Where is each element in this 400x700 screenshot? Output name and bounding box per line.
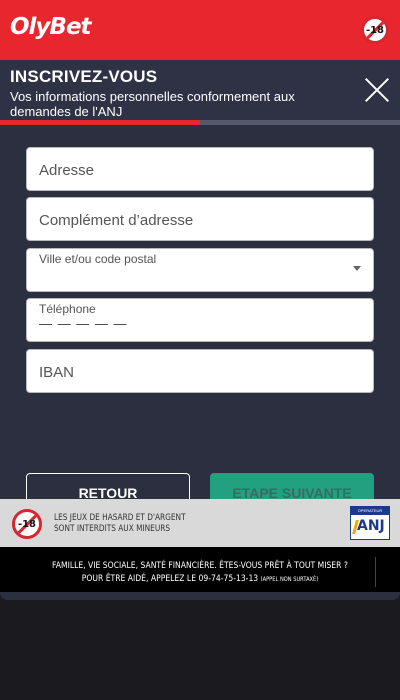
close-icon[interactable]: [360, 74, 394, 108]
minors-warning-banner: -18 LES JEUX DE HASARD ET D'ARGENT SONT …: [0, 499, 400, 547]
address-complement-placeholder: Complément d’adresse: [39, 212, 194, 229]
age-restriction-icon: -18: [12, 509, 42, 539]
warning-line-2: SONT INTERDITS AUX MINEURS: [54, 524, 171, 534]
modal-title: INSCRIVEZ-VOUS: [10, 67, 158, 86]
address-input[interactable]: Adresse: [26, 147, 374, 191]
address-complement-input[interactable]: Complément d’adresse: [26, 197, 374, 241]
olybet-logo[interactable]: OlyBet: [10, 14, 92, 40]
minors-warning-text: LES JEUX DE HASARD ET D'ARGENT SONT INTE…: [54, 513, 186, 535]
anj-logo-text: ANJ: [357, 518, 385, 534]
helpline-note: (APPEL NON SURTAXÉ): [260, 576, 319, 583]
gambling-help-footer: FAMILLE, VIE SOCIALE, SANTÉ FINANCIÈRE. …: [0, 547, 400, 592]
age-restriction-icon: -18: [361, 16, 389, 44]
age-badge-text: -18: [365, 24, 385, 36]
phone-label: Téléphone: [39, 302, 96, 316]
top-header: OlyBet -18: [0, 0, 400, 60]
address-placeholder: Adresse: [39, 162, 95, 179]
footer-message-line-2: POUR ÊTRE AIDÉ, APPELEZ LE 09-74-75-13-1…: [30, 574, 370, 584]
anj-logo: OPERATEUR AGREE ANJ: [350, 506, 390, 540]
city-postal-select[interactable]: Ville et/ou code postal: [26, 248, 374, 292]
anj-approved-label: OPERATEUR AGREE: [351, 507, 389, 521]
chevron-down-icon[interactable]: [353, 266, 361, 271]
iban-placeholder: IBAN: [39, 364, 75, 381]
modal-subtitle: Vos informations personnelles conformeme…: [10, 89, 295, 119]
age-badge-text: -18: [17, 518, 37, 530]
footer-divider: [375, 557, 376, 587]
phone-mask: — — — — —: [39, 316, 128, 331]
warning-line-1: LES JEUX DE HASARD ET D'ARGENT: [54, 513, 186, 523]
helpline-text: POUR ÊTRE AIDÉ, APPELEZ LE 09-74-75-13-1…: [81, 574, 259, 584]
city-postal-label: Ville et/ou code postal: [39, 252, 157, 266]
phone-input[interactable]: Téléphone — — — — —: [26, 298, 374, 342]
modal-header: INSCRIVEZ-VOUS Vos informations personne…: [0, 60, 400, 122]
iban-input[interactable]: IBAN: [26, 349, 374, 393]
footer-message-line-1: FAMILLE, VIE SOCIALE, SANTÉ FINANCIÈRE. …: [52, 561, 348, 571]
